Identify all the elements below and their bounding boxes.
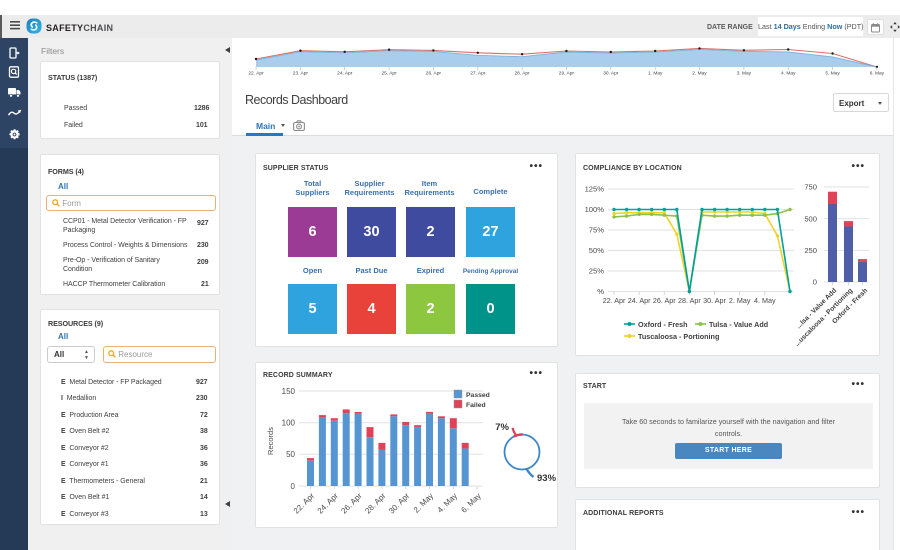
svg-text:22. Apr: 22. Apr: [248, 71, 264, 77]
svg-text:4. May: 4. May: [781, 71, 796, 77]
svg-text:24. Apr: 24. Apr: [316, 491, 341, 516]
svg-text:3. May: 3. May: [737, 71, 752, 77]
svg-text:28. Apr: 28. Apr: [514, 71, 530, 77]
svg-text:1. May: 1. May: [648, 71, 663, 77]
svg-text:28. Apr: 28. Apr: [678, 296, 701, 305]
svg-text:Tuscaloosa - Portioning: Tuscaloosa - Portioning: [638, 332, 719, 341]
svg-text:93%: 93%: [537, 473, 557, 484]
svg-text:Tulsa - Value Add: Tulsa - Value Add: [709, 320, 768, 329]
svg-text:6. May: 6. May: [459, 491, 482, 514]
svg-text:30. Apr: 30. Apr: [603, 71, 619, 77]
svg-text:28. Apr: 28. Apr: [363, 491, 388, 516]
svg-text:29. Apr: 29. Apr: [559, 71, 575, 77]
svg-text:30. Apr: 30. Apr: [703, 296, 726, 305]
svg-text:23. Apr: 23. Apr: [293, 71, 309, 77]
svg-text:25%: 25%: [589, 267, 604, 276]
svg-text:Oxford - Fresh: Oxford - Fresh: [638, 320, 688, 329]
svg-text:2. May: 2. May: [729, 296, 751, 305]
svg-text:22. Apr: 22. Apr: [603, 296, 626, 305]
svg-text:%: %: [597, 287, 604, 296]
svg-text:6. May: 6. May: [870, 71, 885, 77]
svg-text:4. May: 4. May: [436, 491, 459, 514]
svg-text:100%: 100%: [585, 205, 605, 214]
svg-text:0: 0: [813, 278, 817, 287]
svg-text:500: 500: [804, 214, 817, 223]
svg-text:Failed: Failed: [466, 402, 486, 409]
svg-text:125%: 125%: [585, 185, 605, 194]
svg-text:26. Apr: 26. Apr: [426, 71, 442, 77]
svg-text:25. Apr: 25. Apr: [381, 71, 397, 77]
svg-text:50: 50: [286, 450, 295, 459]
svg-text:100: 100: [282, 419, 296, 428]
svg-text:27. Apr: 27. Apr: [470, 71, 486, 77]
svg-text:2. May: 2. May: [412, 491, 435, 514]
svg-text:250: 250: [804, 246, 817, 255]
svg-text:Passed: Passed: [466, 392, 490, 399]
svg-text:24. Apr: 24. Apr: [337, 71, 353, 77]
svg-text:5. May: 5. May: [825, 71, 840, 77]
svg-text:50%: 50%: [589, 246, 604, 255]
svg-text:22. Apr: 22. Apr: [292, 491, 317, 516]
svg-text:0: 0: [291, 482, 296, 491]
svg-text:75%: 75%: [589, 226, 604, 235]
svg-text:26. Apr: 26. Apr: [339, 491, 364, 516]
svg-text:7%: 7%: [495, 422, 509, 433]
svg-text:750: 750: [804, 183, 817, 192]
svg-text:24. Apr: 24. Apr: [628, 296, 651, 305]
svg-text:150: 150: [282, 387, 296, 396]
svg-text:Records: Records: [266, 427, 275, 455]
svg-text:30. Apr: 30. Apr: [387, 491, 412, 516]
svg-text:4. May: 4. May: [754, 296, 776, 305]
svg-text:2. May: 2. May: [692, 71, 707, 77]
svg-text:26. Apr: 26. Apr: [653, 296, 676, 305]
